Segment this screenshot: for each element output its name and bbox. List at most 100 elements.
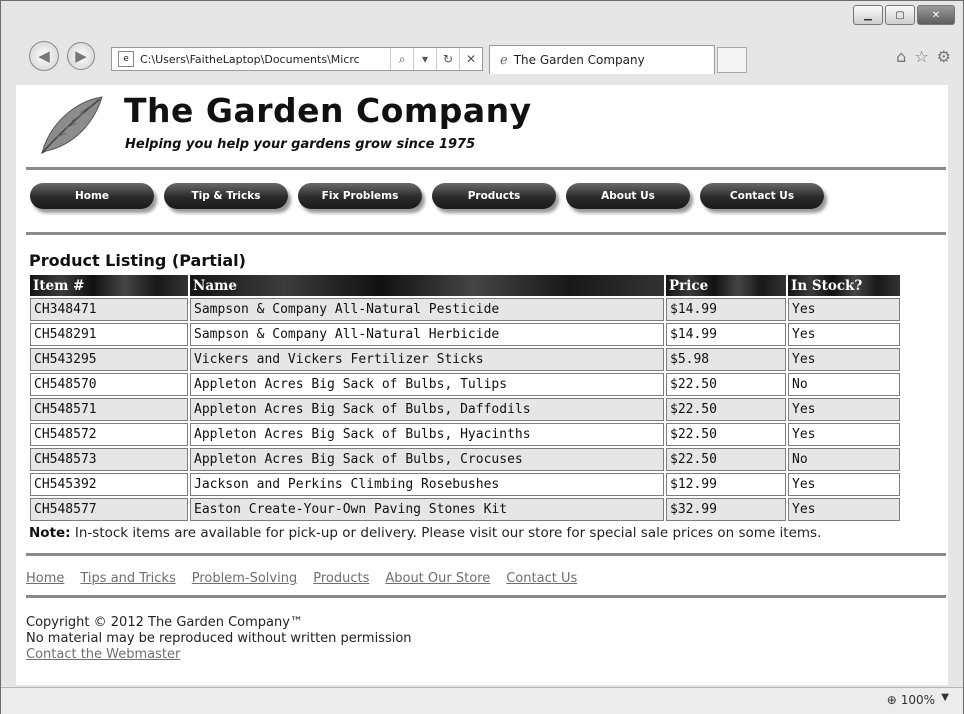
back-button[interactable]: ◀ [29,41,59,71]
zoom-icon: ⊕ [886,693,897,707]
zoom-dropdown-icon[interactable]: ▼ [941,692,949,703]
zoom-level[interactable]: ⊕ 100% [887,693,935,707]
cell-stock: Yes [788,473,900,496]
cell-price: $22.50 [666,398,786,421]
cell-price: $22.50 [666,373,786,396]
cell-price: $14.99 [666,298,786,321]
cell-name: Appleton Acres Big Sack of Bulbs, Crocus… [190,448,664,471]
window-controls: ▁ ▢ ✕ [853,5,955,25]
cell-name: Appleton Acres Big Sack of Bulbs, Tulips [190,373,664,396]
cell-item: CH548291 [30,323,188,346]
cell-stock: Yes [788,323,900,346]
tab-title: The Garden Company [513,53,645,67]
tab-garden-company[interactable]: ℯ The Garden Company [489,45,715,74]
nav-fix-problems-button[interactable]: Fix Problems [298,183,422,209]
main-nav: Home Tip & Tricks Fix Problems Products … [30,183,824,209]
footer-link-tips[interactable]: Tips and Tricks [80,571,175,586]
cell-name: Appleton Acres Big Sack of Bulbs, Daffod… [190,398,664,421]
table-row: CH548573 Appleton Acres Big Sack of Bulbs… [30,448,900,471]
footer-nav: Home Tips and Tricks Problem-Solving Pro… [26,571,577,586]
copyright-text: Copyright © 2012 The Garden Company™ [26,615,303,630]
cell-stock: Yes [788,348,900,371]
cell-item: CH543295 [30,348,188,371]
divider [26,553,946,556]
cell-name: Sampson & Company All-Natural Herbicide [190,323,664,346]
table-row: CH545392 Jackson and Perkins Climbing Ros… [30,473,900,496]
maximize-button[interactable]: ▢ [885,5,915,25]
cell-name: Appleton Acres Big Sack of Bulbs, Hyacin… [190,423,664,446]
table-row: CH348471 Sampson & Company All-Natural Pe… [30,298,900,321]
table-header-row: Item # Name Price In Stock? [30,275,900,296]
cell-item: CH348471 [30,298,188,321]
webmaster-link[interactable]: Contact the Webmaster [26,647,412,663]
footer-link-problem-solving[interactable]: Problem-Solving [192,571,297,586]
cell-price: $14.99 [666,323,786,346]
cell-price: $22.50 [666,423,786,446]
table-row: CH548291 Sampson & Company All-Natural He… [30,323,900,346]
cell-item: CH545392 [30,473,188,496]
nav-about-button[interactable]: About Us [566,183,690,209]
dropdown-icon[interactable]: ▾ [413,48,436,70]
cell-price: $32.99 [666,498,786,521]
site-tagline: Helping you help your gardens grow since… [125,137,476,152]
col-header-name: Name [190,275,664,296]
table-row: CH548571 Appleton Acres Big Sack of Bulbs… [30,398,900,421]
cell-item: CH548570 [30,373,188,396]
footer-link-home[interactable]: Home [26,571,64,586]
note-label: Note: [29,525,71,541]
minimize-button[interactable]: ▁ [853,5,883,25]
cell-name: Jackson and Perkins Climbing Rosebushes [190,473,664,496]
browser-toolbar: ⌂ ☆ ⚙ [896,47,951,66]
cell-stock: Yes [788,423,900,446]
table-row: CH543295 Vickers and Vickers Fertilizer S… [30,348,900,371]
page-content: The Garden Company Helping you help your… [16,85,948,685]
new-tab-button[interactable] [717,47,747,73]
col-header-stock: In Stock? [788,275,900,296]
favorites-star-icon[interactable]: ☆ [914,47,928,66]
search-icon[interactable]: ⌕ [390,48,413,70]
home-icon[interactable]: ⌂ [896,47,906,66]
nav-products-button[interactable]: Products [432,183,556,209]
page-icon: e [118,51,134,67]
table-row: CH548572 Appleton Acres Big Sack of Bulbs… [30,423,900,446]
address-text[interactable]: C:\Users\FaitheLaptop\Documents\Micrc [140,53,390,66]
close-window-button[interactable]: ✕ [917,5,955,25]
cell-name: Easton Create-Your-Own Paving Stones Kit [190,498,664,521]
refresh-icon[interactable]: ↻ [436,48,459,70]
gear-icon[interactable]: ⚙ [937,47,951,66]
forward-button[interactable]: ▶ [67,42,95,70]
cell-name: Sampson & Company All-Natural Pesticide [190,298,664,321]
permission-text: No material may be reproduced without wr… [26,631,412,646]
cell-stock: Yes [788,398,900,421]
cell-item: CH548572 [30,423,188,446]
browser-window: ▁ ▢ ✕ ◀ ▶ e C:\Users\FaitheLaptop\Docume… [0,0,964,714]
nav-tips-button[interactable]: Tip & Tricks [164,183,288,209]
stop-icon[interactable]: ✕ [459,48,482,70]
site-title: The Garden Company [124,91,532,130]
stock-note: Note: In-stock items are available for p… [29,525,821,541]
table-row: CH548570 Appleton Acres Big Sack of Bulbs… [30,373,900,396]
divider [26,232,946,235]
forward-arrow-icon: ▶ [75,47,87,65]
footer-link-contact[interactable]: Contact Us [506,571,577,586]
product-table: Item # Name Price In Stock? CH348471 Samp… [28,273,902,523]
cell-price: $12.99 [666,473,786,496]
cell-stock: Yes [788,498,900,521]
cell-stock: Yes [788,298,900,321]
cell-item: CH548577 [30,498,188,521]
col-header-item: Item # [30,275,188,296]
cell-name: Vickers and Vickers Fertilizer Sticks [190,348,664,371]
status-bar: ⊕ 100% ▼ [1,687,963,714]
listing-heading: Product Listing (Partial) [29,251,246,270]
table-row: CH548577 Easton Create-Your-Own Paving St… [30,498,900,521]
nav-home-button[interactable]: Home [30,183,154,209]
footer-link-about[interactable]: About Our Store [385,571,490,586]
footer-link-products[interactable]: Products [313,571,369,586]
zoom-value: 100% [900,693,935,707]
cell-item: CH548571 [30,398,188,421]
copyright-block: Copyright © 2012 The Garden Company™ No … [26,615,412,663]
address-bar[interactable]: e C:\Users\FaitheLaptop\Documents\Micrc … [111,47,483,71]
leaf-logo [41,96,103,154]
ie-icon: ℯ [500,52,508,68]
nav-contact-button[interactable]: Contact Us [700,183,824,209]
